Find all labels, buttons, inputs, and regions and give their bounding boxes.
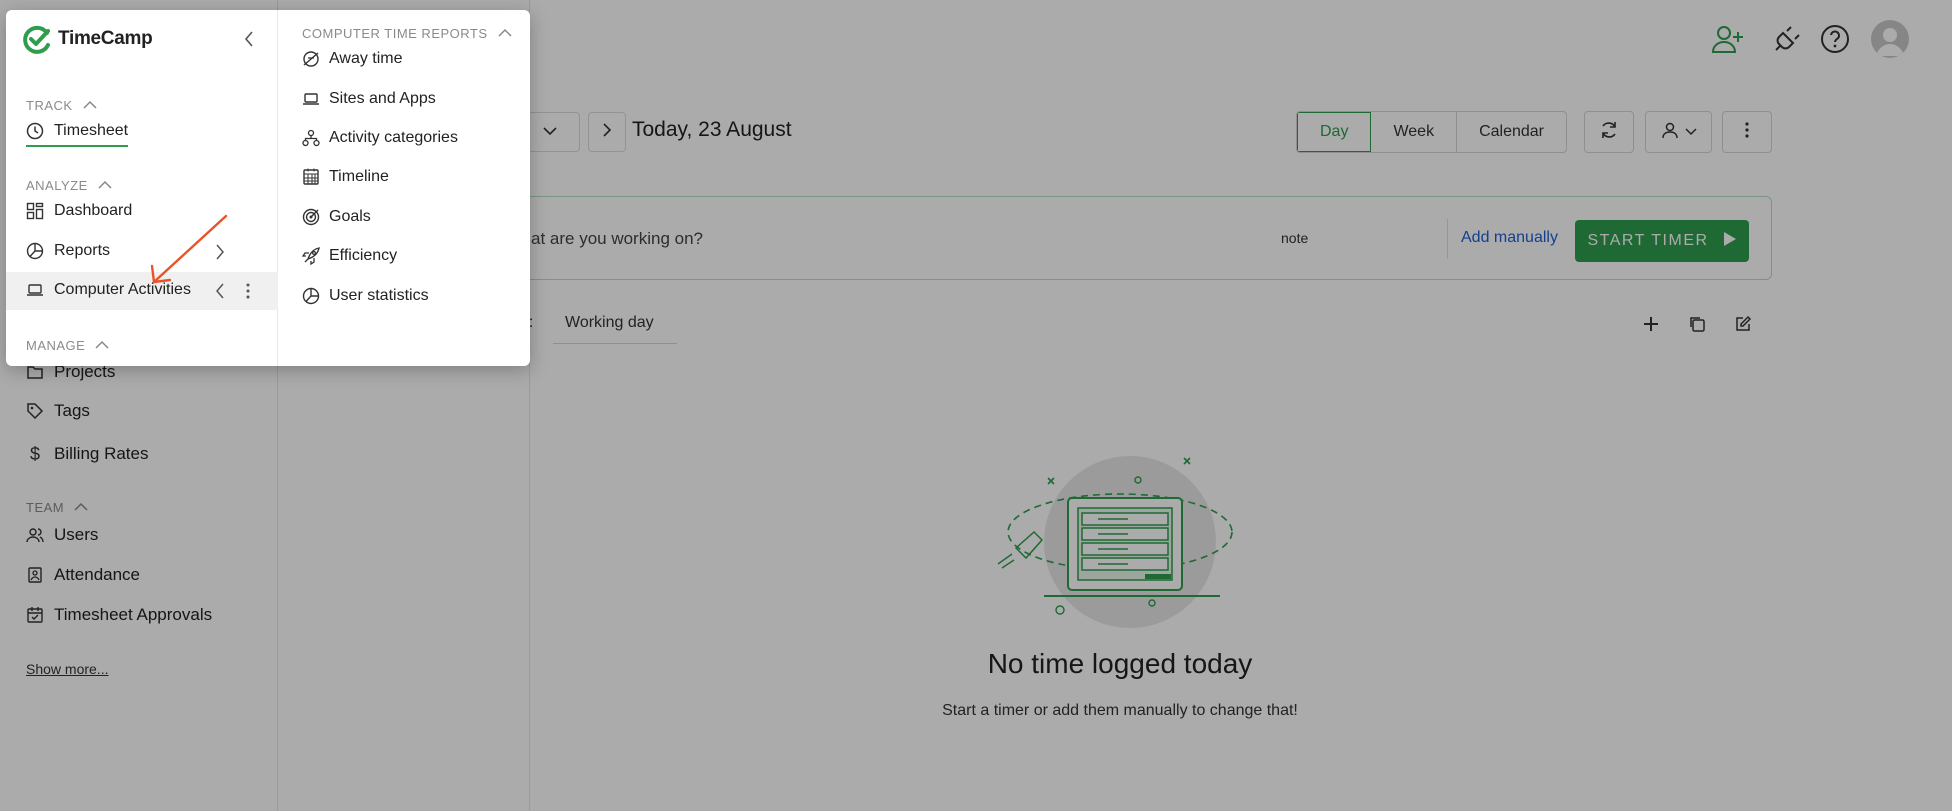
- submenu-item-label: Goals: [329, 208, 371, 225]
- menu-item-dashboard[interactable]: Dashboard: [26, 202, 132, 220]
- menu-item-label: Reports: [54, 242, 111, 259]
- chevron-up-icon: [498, 26, 512, 41]
- section-label: MANAGE: [26, 338, 86, 353]
- submenu-item-efficiency[interactable]: Efficiency: [302, 247, 397, 265]
- section-analyze[interactable]: ANALYZE: [26, 178, 112, 193]
- hierarchy-icon: [302, 129, 320, 147]
- submenu-item-user-statistics[interactable]: User statistics: [302, 287, 429, 305]
- dashboard-icon: [26, 202, 44, 220]
- submenu-item-timeline[interactable]: Timeline: [302, 168, 389, 186]
- laptop-icon: [26, 281, 44, 299]
- kebab-menu-icon[interactable]: [240, 283, 256, 299]
- target-icon: [302, 208, 320, 226]
- menu-item-reports[interactable]: Reports: [26, 242, 110, 260]
- away-icon: [302, 50, 320, 68]
- menu-item-label: Dashboard: [54, 202, 133, 219]
- section-label: TRACK: [26, 98, 73, 113]
- timecamp-logo[interactable]: TimeCamp: [22, 24, 153, 54]
- section-manage[interactable]: MANAGE: [26, 338, 109, 353]
- submenu-item-goals[interactable]: Goals: [302, 208, 371, 226]
- section-track[interactable]: TRACK: [26, 98, 97, 113]
- submenu-item-label: User statistics: [329, 287, 429, 304]
- navigation-menu: TimeCamp TRACK Timesheet ANALYZE Dashboa…: [6, 10, 278, 366]
- timecamp-logo-icon: [23, 25, 50, 54]
- calendar-grid-icon: [302, 168, 320, 186]
- chevron-up-icon: [83, 98, 97, 113]
- submenu-item-sites-and-apps[interactable]: Sites and Apps: [302, 90, 436, 108]
- computer-time-reports-submenu: COMPUTER TIME REPORTS Away time Sites an…: [278, 10, 530, 366]
- pie-chart-icon: [302, 287, 320, 305]
- section-label: ANALYZE: [26, 178, 88, 193]
- chevron-up-icon: [98, 178, 112, 193]
- section-label: COMPUTER TIME REPORTS: [302, 26, 488, 41]
- chevron-left-icon: [244, 30, 254, 52]
- submenu-item-label: Timeline: [329, 168, 389, 185]
- logo-text: TimeCamp: [58, 28, 153, 49]
- collapse-sidebar-button[interactable]: [238, 30, 260, 52]
- annotation-arrow: [150, 214, 228, 284]
- submenu-item-label: Away time: [329, 50, 403, 67]
- submenu-item-label: Activity categories: [329, 129, 458, 146]
- chevron-up-icon: [95, 338, 109, 353]
- submenu-item-label: Sites and Apps: [329, 90, 436, 107]
- navigation-popup: TimeCamp TRACK Timesheet ANALYZE Dashboa…: [6, 10, 530, 366]
- clock-icon: [26, 122, 44, 140]
- submenu-item-label: Efficiency: [329, 247, 398, 264]
- submenu-item-away-time[interactable]: Away time: [302, 50, 403, 68]
- section-computer-time-reports[interactable]: COMPUTER TIME REPORTS: [302, 26, 512, 41]
- pie-chart-icon: [26, 242, 44, 260]
- menu-item-label: Timesheet: [54, 122, 129, 139]
- rocket-icon: [302, 247, 320, 265]
- menu-item-timesheet[interactable]: Timesheet: [26, 122, 129, 147]
- laptop-icon: [302, 90, 320, 108]
- submenu-item-activity-categories[interactable]: Activity categories: [302, 129, 458, 147]
